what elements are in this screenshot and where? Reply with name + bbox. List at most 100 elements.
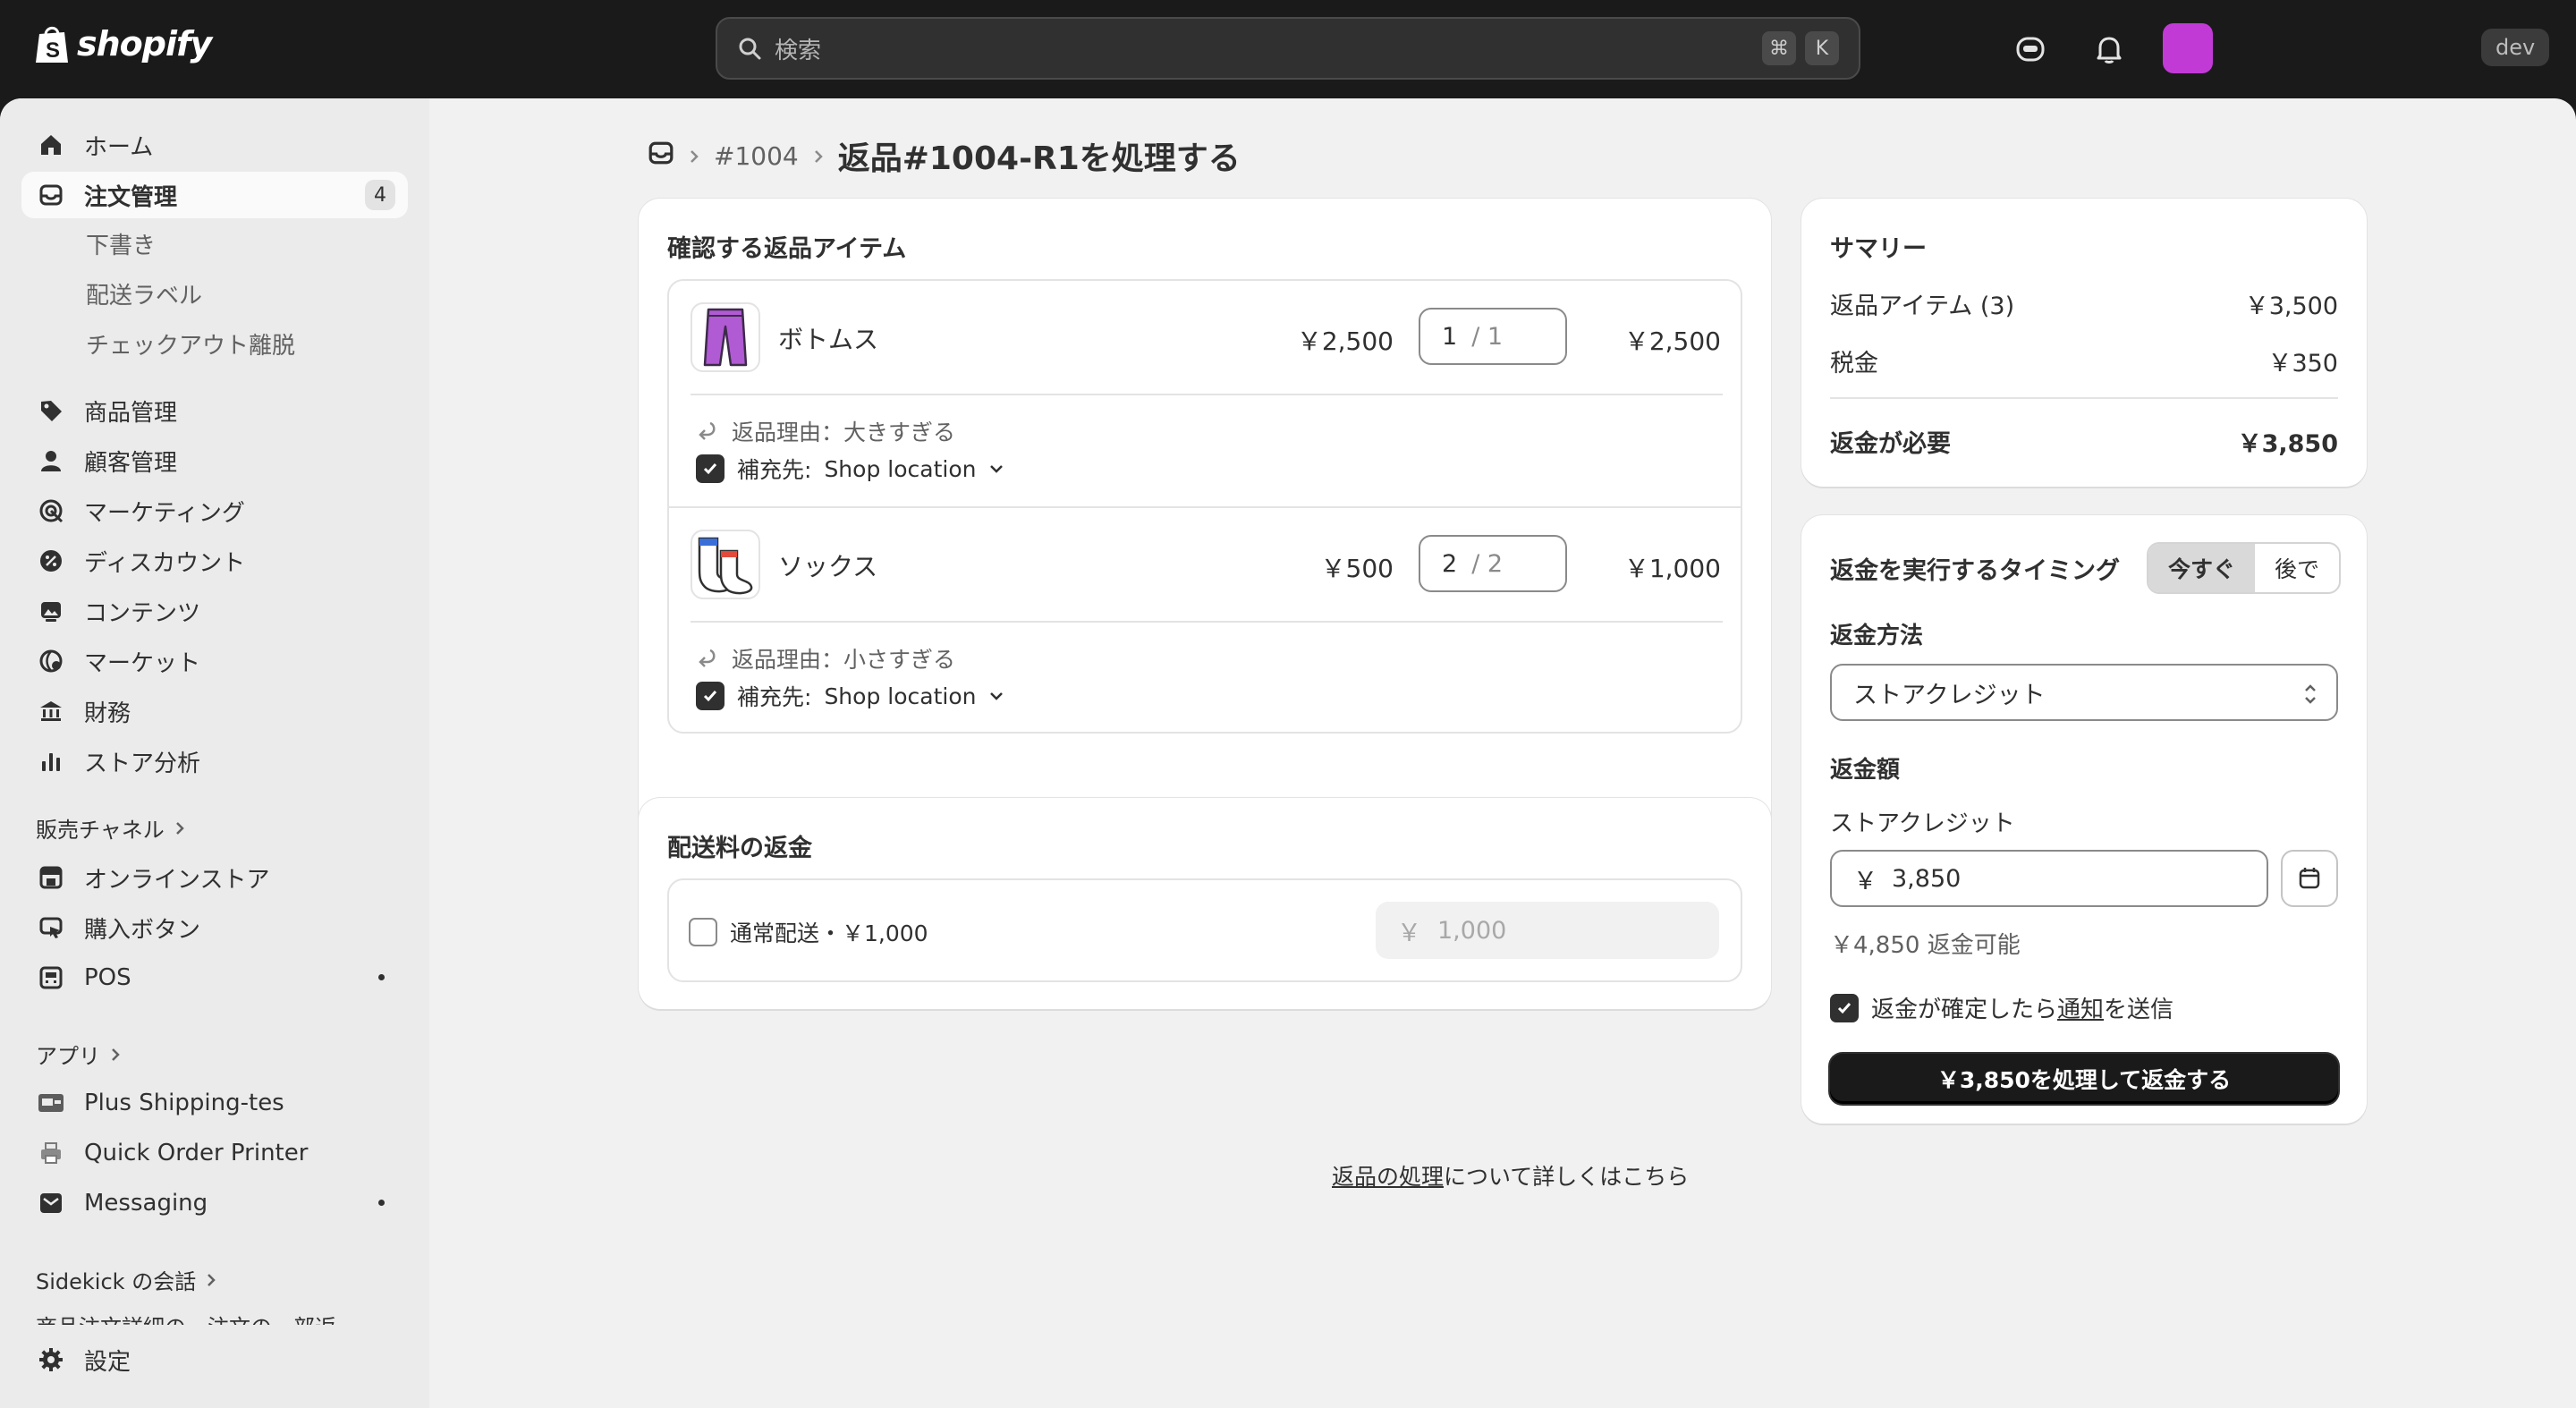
- divider: [691, 394, 1723, 395]
- tag-icon: [36, 395, 66, 426]
- sales-channels-heading[interactable]: 販売チャネル: [36, 812, 186, 844]
- shopify-logo[interactable]: S shopify: [34, 23, 212, 64]
- process-refund-button[interactable]: ￥3,850を処理して返金する: [1830, 1054, 2338, 1104]
- refund-timing-toggle: 今すぐ 後で: [2147, 542, 2342, 594]
- sidebar-item-marketing[interactable]: マーケティング: [21, 488, 408, 534]
- refund-method-select[interactable]: ストアクレジット: [1830, 664, 2338, 721]
- sidebar-item-label: Messaging: [84, 1190, 208, 1217]
- pants-icon: [703, 308, 748, 367]
- person-icon: [36, 445, 66, 476]
- return-reason: 返品理由：大きすぎる: [696, 415, 955, 447]
- return-items-title: 確認する返品アイテム: [667, 235, 907, 263]
- notify-checkbox[interactable]: [1830, 993, 1859, 1022]
- status-dot: [378, 1200, 385, 1206]
- sidebar-item-label: オンラインストア: [84, 866, 270, 894]
- top-bar: S shopify 検索 ⌘ K dev: [0, 0, 2576, 98]
- chevron-down-icon: [990, 465, 1004, 473]
- restock-checkbox[interactable]: [696, 682, 724, 710]
- sidebar-item-products[interactable]: 商品管理: [21, 387, 408, 434]
- environment-badge[interactable]: dev: [2481, 29, 2550, 66]
- timing-later-button[interactable]: 後で: [2255, 544, 2339, 592]
- summary-value: ￥350: [2267, 350, 2338, 377]
- sidebar-item-label: Quick Order Printer: [84, 1140, 309, 1166]
- printer-icon: [36, 1138, 66, 1168]
- sidebar: ホーム 注文管理 4 下書き 配送ラベル チェックアウト離脱 商品管理 顧客管理…: [0, 98, 429, 1408]
- sidebar-item-markets[interactable]: マーケット: [21, 638, 408, 684]
- bar-chart-icon: [36, 746, 66, 776]
- summary-row: 税金 ￥350: [1830, 344, 2338, 378]
- sidebar-item-content[interactable]: コンテンツ: [21, 588, 408, 634]
- restock-row: 補充先: Shop location: [696, 680, 1004, 712]
- item-unit-price: ￥2,500: [1296, 327, 1394, 356]
- sidekick-heading[interactable]: Sidekick の会話: [36, 1264, 217, 1295]
- summary-label: 税金: [1830, 350, 1878, 377]
- sidebar-item-settings[interactable]: 設定: [21, 1336, 408, 1383]
- search-input[interactable]: 検索: [775, 32, 1753, 65]
- restock-checkbox[interactable]: [696, 454, 724, 483]
- sidebar-item-customers[interactable]: 顧客管理: [21, 437, 408, 484]
- messaging-icon: [36, 1188, 66, 1218]
- sidebar-subitem-drafts[interactable]: 下書き: [86, 227, 156, 260]
- pos-icon: [36, 963, 66, 993]
- sidebar-item-label: ディスカウント: [84, 549, 246, 577]
- shipping-refund-card: 配送料の返金 通常配送・￥1,000 ￥ 1,000: [639, 798, 1771, 1009]
- gear-icon: [36, 1344, 66, 1375]
- sidekick-icon[interactable]: [2009, 28, 2052, 71]
- search-icon: [739, 38, 761, 60]
- sidebar-item-plus-shipping[interactable]: Plus Shipping-tes: [21, 1080, 408, 1126]
- search-bar[interactable]: 検索 ⌘ K: [716, 17, 1860, 80]
- restock-location-select[interactable]: Shop location: [824, 683, 976, 709]
- store-avatar[interactable]: [2163, 23, 2213, 73]
- return-arrow-icon: [699, 421, 716, 440]
- shipping-refund-option: 通常配送・￥1,000: [730, 920, 928, 946]
- sidebar-item-pos[interactable]: POS: [21, 954, 408, 1001]
- shipping-refund-checkbox[interactable]: [689, 918, 717, 946]
- summary-value: ￥3,500: [2244, 293, 2338, 320]
- sidebar-item-label: コンテンツ: [84, 599, 201, 627]
- timing-now-button[interactable]: 今すぐ: [2148, 544, 2256, 592]
- sidebar-subitem-abandoned-checkouts[interactable]: チェックアウト離脱: [86, 327, 295, 360]
- shipping-amount-placeholder: 1,000: [1437, 916, 1507, 945]
- notify-suffix: を送信: [2104, 997, 2174, 1023]
- summary-row: 返品アイテム (3) ￥3,500: [1830, 286, 2338, 321]
- notify-link[interactable]: 通知: [2057, 997, 2104, 1023]
- shipping-refund-box: 通常配送・￥1,000 ￥ 1,000: [667, 878, 1742, 982]
- return-processing-link[interactable]: 返品の処理: [1332, 1164, 1444, 1190]
- sidekick-conversation-preview[interactable]: 商品注文詳細の、注文の一部返: [36, 1312, 394, 1325]
- sidebar-item-orders[interactable]: 注文管理 4: [21, 172, 408, 218]
- breadcrumb-order-link[interactable]: #1004: [714, 141, 799, 171]
- notify-prefix: 返金が確定したら: [1871, 997, 2058, 1023]
- bell-icon[interactable]: [2088, 28, 2131, 71]
- summary-title: サマリー: [1830, 235, 1927, 263]
- sidebar-subitem-shipping-labels[interactable]: 配送ラベル: [86, 277, 202, 310]
- restock-row: 補充先: Shop location: [696, 453, 1004, 485]
- sidebar-item-home[interactable]: ホーム: [21, 122, 408, 168]
- quantity-input[interactable]: 1 / 1: [1419, 308, 1567, 365]
- product-thumbnail-pants[interactable]: [691, 302, 760, 372]
- sidebar-item-online-store[interactable]: オンラインストア: [21, 854, 408, 901]
- sidebar-item-messaging[interactable]: Messaging: [21, 1180, 408, 1226]
- sidekick-label: Sidekick の会話: [36, 1269, 197, 1294]
- restock-location-select[interactable]: Shop location: [824, 456, 976, 482]
- apps-heading[interactable]: アプリ: [36, 1039, 122, 1070]
- summary-label: 返品アイテム (3): [1830, 293, 2015, 320]
- quantity-max: / 2: [1471, 549, 1504, 578]
- return-reason: 返品理由：小さすぎる: [696, 642, 955, 674]
- check-icon: [1837, 1002, 1852, 1014]
- sidebar-item-finance[interactable]: 財務: [21, 688, 408, 734]
- store-icon: [36, 862, 66, 893]
- sidebar-item-quick-order-printer[interactable]: Quick Order Printer: [21, 1130, 408, 1176]
- sidebar-item-buy-button[interactable]: 購入ボタン: [21, 904, 408, 951]
- bank-icon: [36, 696, 66, 726]
- item-total: ￥2,500: [1623, 327, 1721, 356]
- calendar-button[interactable]: [2281, 850, 2338, 907]
- sidebar-item-discounts[interactable]: ディスカウント: [21, 538, 408, 584]
- quantity-input[interactable]: 2 / 2: [1419, 535, 1567, 592]
- sidebar-item-analytics[interactable]: ストア分析: [21, 738, 408, 785]
- inbox-icon[interactable]: [648, 140, 674, 173]
- shipping-refund-amount-input[interactable]: ￥ 1,000: [1376, 902, 1719, 959]
- divider: [691, 621, 1723, 623]
- product-thumbnail-socks[interactable]: [691, 530, 760, 599]
- divider: [1830, 397, 2338, 399]
- refund-amount-input[interactable]: ￥ 3,850: [1830, 850, 2268, 907]
